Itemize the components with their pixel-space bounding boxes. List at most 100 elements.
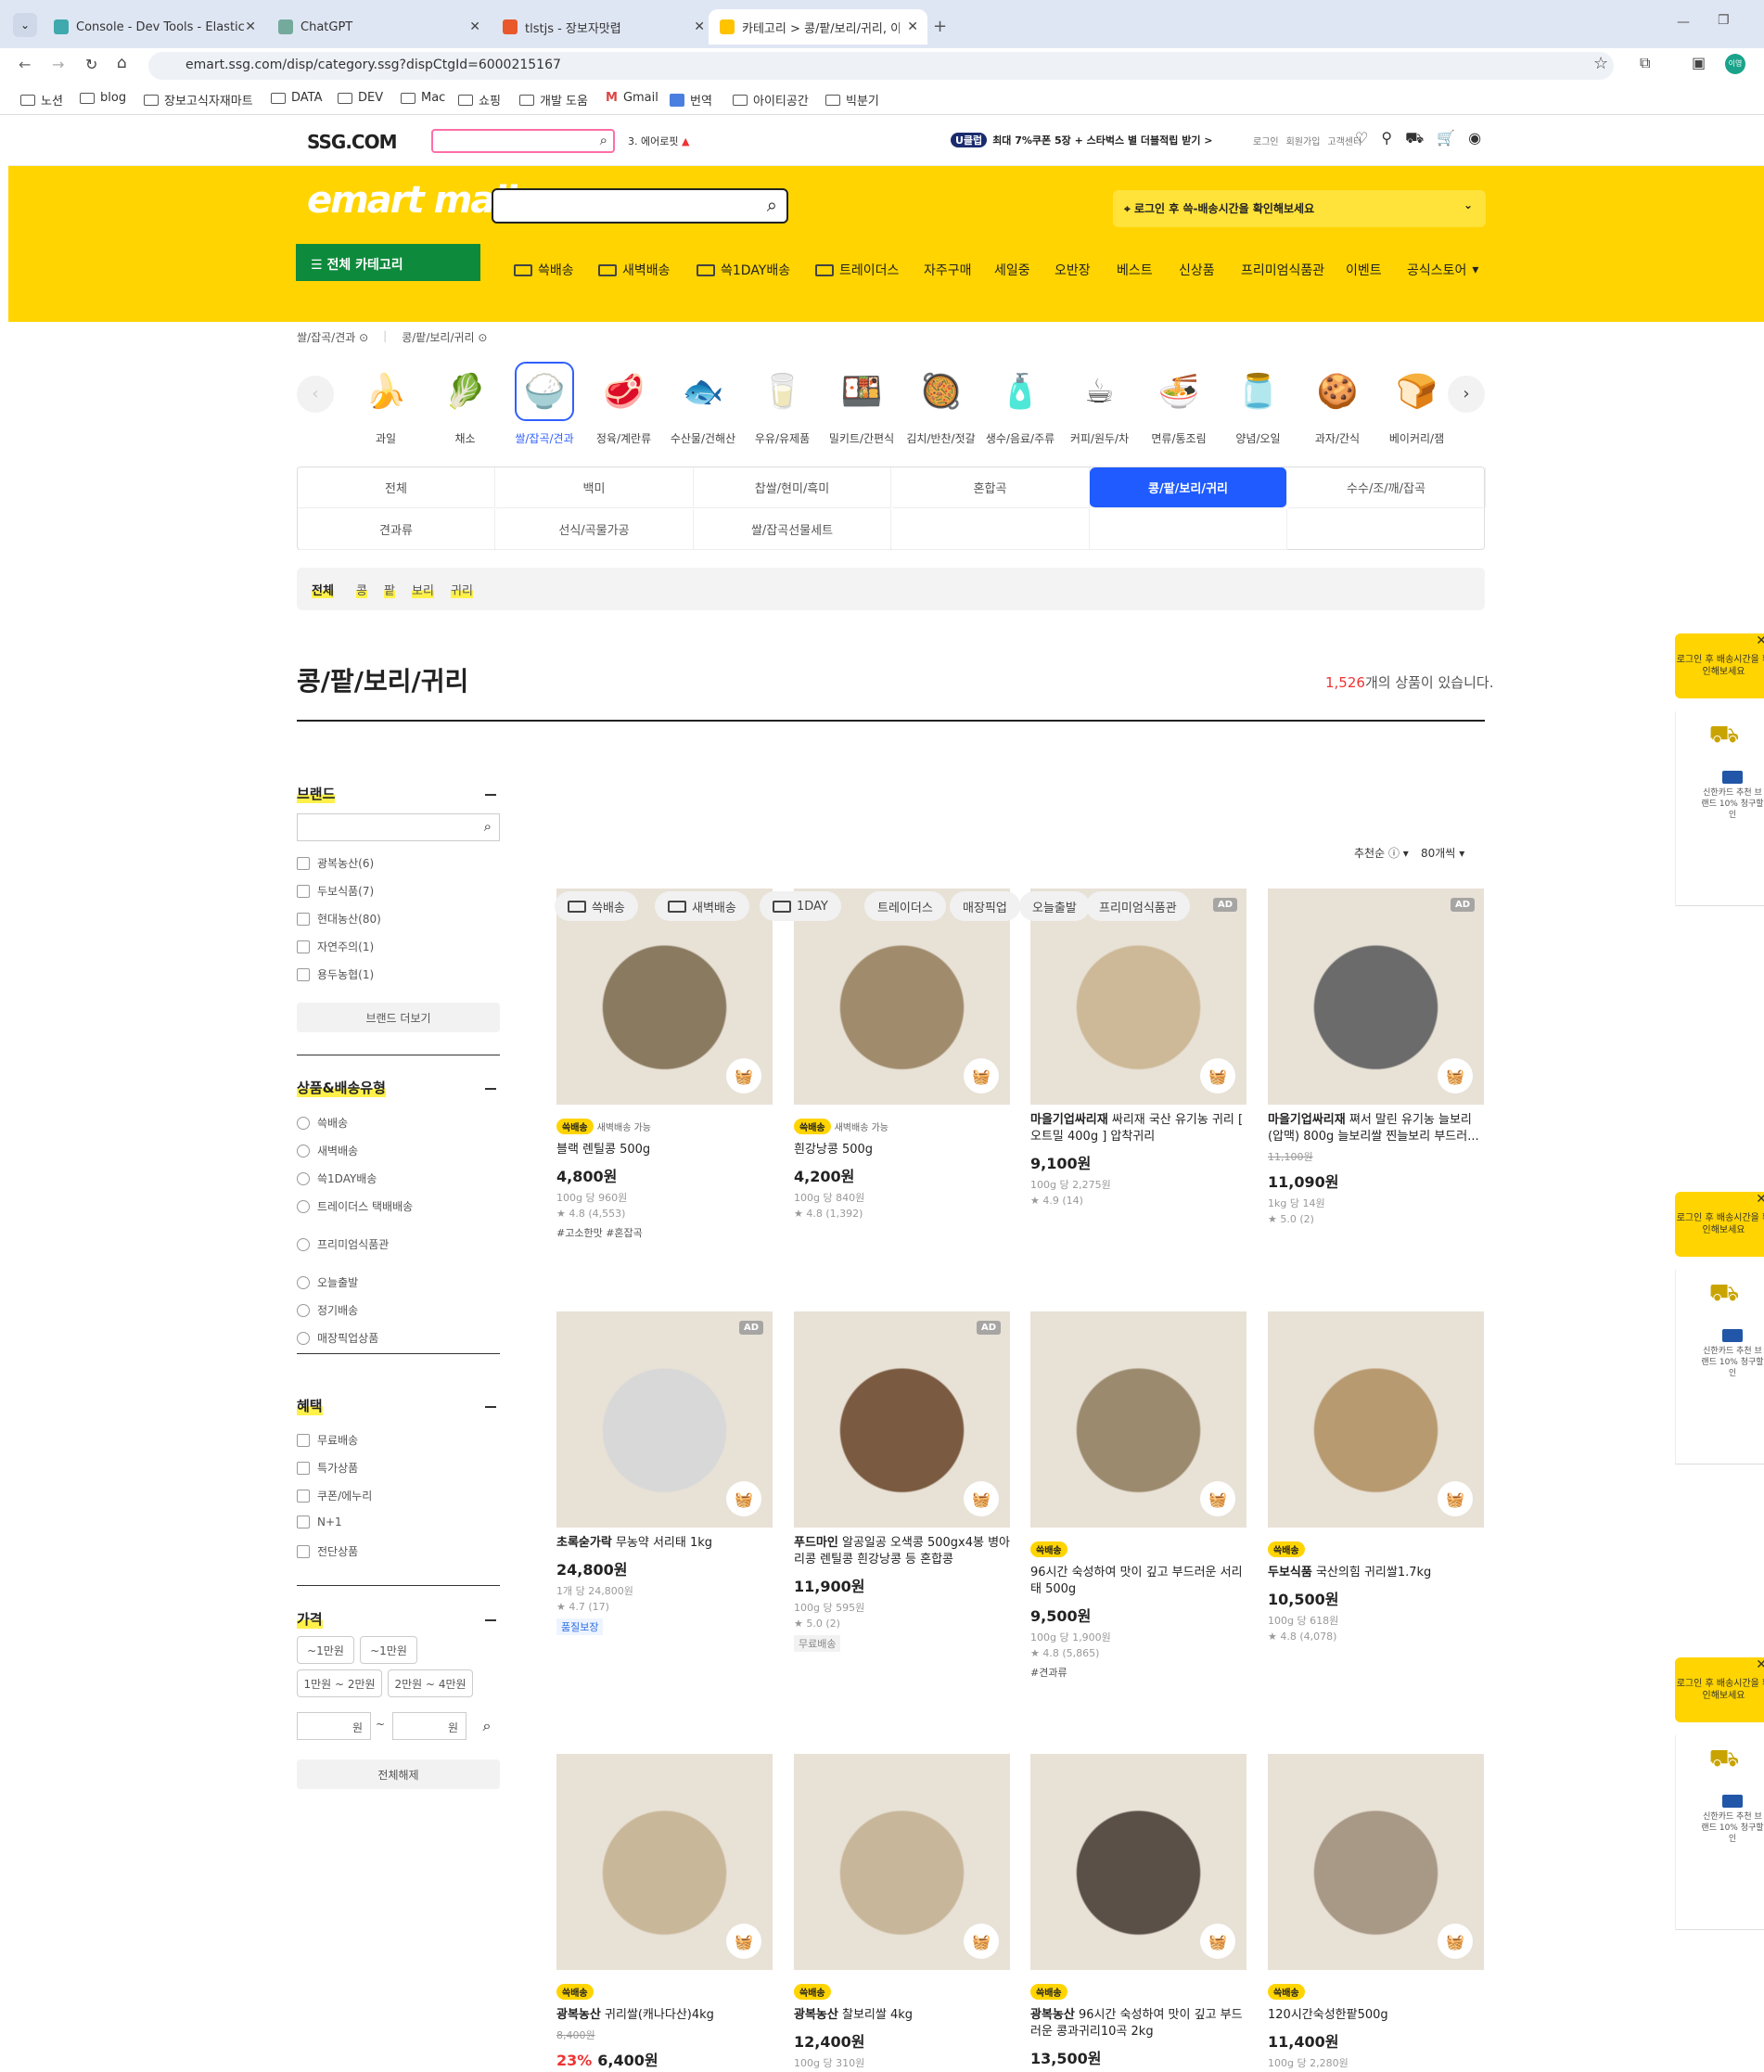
product-card[interactable]: 🧺 쓱배송 새벽배송 가능 블랙 렌틸콩 500g 4,800원 100g 당 960원 ★… — [556, 889, 773, 1240]
product-name[interactable]: 120시간숙성한팥500g — [1268, 2007, 1484, 2024]
product-name[interactable]: 푸드마인 알공일공 오색콩 500gx4봉 병아리콩 렌틸콩 흰강낭콩 등 혼합… — [794, 1535, 1010, 1568]
tab-emart[interactable]: 카테고리 > 콩/팥/보리/귀리, 이 ✕ — [709, 9, 927, 45]
subcategory-item[interactable]: 선식/곡물가공 — [495, 509, 694, 550]
benefit-checkbox[interactable]: 특가상품 — [297, 1460, 358, 1476]
subcategory-item[interactable]: 백미 — [495, 467, 694, 508]
price-min-input[interactable]: 원 — [297, 1712, 371, 1740]
bookmark-item[interactable]: 빅분기 — [825, 91, 879, 109]
delivery-chip[interactable]: 매장픽업 — [950, 891, 1020, 921]
forward-icon[interactable]: → — [52, 56, 64, 73]
add-to-cart-button[interactable]: 🧺 — [964, 1058, 999, 1094]
close-icon[interactable]: ✕ — [1756, 1193, 1764, 1206]
product-image[interactable]: AD 🧺 — [556, 1311, 773, 1528]
join-link[interactable]: 회원가입 — [1286, 134, 1321, 147]
add-to-cart-button[interactable]: 🧺 — [1438, 1058, 1473, 1094]
reset-filters-button[interactable]: 전체해제 — [297, 1759, 500, 1789]
price-range-button[interactable]: 2만원 ~ 4만원 — [388, 1669, 473, 1697]
brand-checkbox[interactable]: 광복농산(6) — [297, 855, 374, 871]
collapse-icon[interactable] — [485, 1088, 496, 1090]
subcategory-item[interactable]: 혼합곡 — [891, 467, 1090, 508]
product-card[interactable]: 🧺 쓱배송 96시간 숙성하여 맛이 깊고 부드러운 서리태 500g 9,500원 1… — [1030, 1311, 1246, 1680]
add-to-cart-button[interactable]: 🧺 — [1438, 1481, 1473, 1516]
add-to-cart-button[interactable]: 🧺 — [1438, 1924, 1473, 1959]
bookmark-item[interactable]: DATA — [271, 91, 323, 105]
truck-icon[interactable]: ⛟ — [1676, 711, 1764, 752]
category-item[interactable]: 🥬 채소 — [428, 362, 503, 446]
card-promo[interactable]: 신한카드 추천 브랜드 10% 청구할인 — [1676, 1311, 1764, 1379]
minimize-icon[interactable]: — — [1677, 15, 1690, 30]
product-name[interactable]: 블랙 렌틸콩 500g — [556, 1142, 773, 1158]
breadcrumb-item[interactable]: 콩/팥/보리/귀리 ⊙ — [402, 329, 487, 345]
cart-icon[interactable]: 🛒 — [1437, 129, 1455, 148]
close-icon[interactable]: ✕ — [907, 19, 918, 34]
bookmark-item[interactable]: 노션 — [20, 91, 63, 109]
add-to-cart-button[interactable]: 🧺 — [726, 1481, 761, 1516]
product-name[interactable]: 두보식품 국산의힘 귀리쌀1.7kg — [1268, 1565, 1484, 1581]
delivery-radio[interactable]: 프리미엄식품관 — [297, 1236, 389, 1252]
delivery-radio[interactable]: 매장픽업상품 — [297, 1330, 378, 1346]
product-name[interactable]: 마을기업싸리재 싸리재 국산 유기농 귀리 [ 오트밀 400g ] 압착귀리 — [1030, 1112, 1246, 1145]
breadcrumb-item[interactable]: 쌀/잡곡/견과 ⊙ — [297, 329, 368, 345]
login-link[interactable]: 로그인 — [1253, 134, 1279, 147]
extensions-icon[interactable]: ⧉ — [1640, 54, 1650, 72]
add-to-cart-button[interactable]: 🧺 — [1200, 1481, 1235, 1516]
category-item[interactable]: 🥩 정육/계란류 — [587, 362, 661, 446]
category-item[interactable]: 🍞 베이커리/잼 — [1380, 362, 1454, 446]
close-icon[interactable]: ✕ — [245, 19, 256, 34]
product-name[interactable]: 초록숟가락 무농약 서리태 1kg — [556, 1535, 773, 1552]
category-item[interactable]: ☕ 커피/원두/차 — [1063, 362, 1137, 446]
delivery-chip[interactable]: 새벽배송 — [655, 891, 749, 921]
truck-icon[interactable]: ⛟ — [1676, 1735, 1764, 1776]
back-icon[interactable]: ← — [19, 56, 31, 73]
product-name[interactable]: 마을기업싸리재 쪄서 말린 유기농 늘보리 (압맥) 800g 늘보리쌀 찐늘보… — [1268, 1112, 1484, 1145]
subcategory-item[interactable]: 견과류 — [298, 509, 495, 550]
product-image[interactable]: AD 🧺 — [1268, 889, 1484, 1105]
close-icon[interactable]: ✕ — [694, 19, 705, 34]
menu-ssg-delivery[interactable]: 쓱배송 — [514, 261, 574, 279]
category-prev-arrow[interactable]: ‹ — [297, 376, 334, 413]
benefit-checkbox[interactable]: 무료배송 — [297, 1432, 358, 1448]
card-promo[interactable]: 신한카드 추천 브랜드 10% 청구할인 — [1676, 1776, 1764, 1845]
eye-icon[interactable]: ◉ — [1468, 129, 1481, 148]
pill-barley[interactable]: 보리 — [412, 581, 434, 598]
delivery-radio[interactable]: 새벽배송 — [297, 1143, 358, 1158]
price-range-button[interactable]: 1만원 ~ 2만원 — [297, 1669, 382, 1697]
bookmark-item[interactable]: 번역 — [670, 91, 712, 109]
product-card[interactable]: AD 🧺 마을기업싸리재 싸리재 국산 유기농 귀리 [ 오트밀 400g ] 압착… — [1030, 889, 1246, 1207]
subcategory-item[interactable]: 콩/팥/보리/귀리 — [1090, 467, 1287, 508]
add-to-cart-button[interactable]: 🧺 — [1200, 1924, 1235, 1959]
heart-icon[interactable]: ♡ — [1355, 129, 1368, 148]
bookmark-item[interactable]: blog — [80, 91, 126, 105]
subcategory-item[interactable] — [1090, 509, 1287, 550]
category-item[interactable]: 🥛 우유/유제품 — [746, 362, 820, 446]
product-card[interactable]: 🧺 쓱배송 광복농산 96시간 숙성하여 맛이 깊고 부드러운 콩과귀리10곡 2k… — [1030, 1754, 1246, 2068]
search-icon[interactable]: ⌕ — [484, 818, 492, 835]
card-promo[interactable]: 신한카드 추천 브랜드 10% 청구할인 — [1676, 752, 1764, 821]
subcategory-item[interactable]: 수수/조/깨/잡곡 — [1287, 467, 1486, 508]
category-item[interactable]: 🍜 면류/통조림 — [1142, 362, 1216, 446]
menu-sale[interactable]: 세일중 — [994, 261, 1030, 279]
menu-event[interactable]: 이벤트 — [1346, 261, 1382, 279]
category-item[interactable]: 🥘 김치/반찬/젓갈 — [904, 362, 978, 446]
pill-bean[interactable]: 콩 — [356, 581, 367, 598]
price-range-button[interactable]: ~1만원 — [360, 1636, 417, 1664]
category-item[interactable]: 🍚 쌀/잡곡/견과 — [507, 362, 582, 446]
category-item[interactable]: 🍌 과일 — [349, 362, 423, 446]
brand-checkbox[interactable]: 자연주의(1) — [297, 939, 374, 954]
restore-icon[interactable]: ❐ — [1718, 13, 1730, 28]
per-page-dropdown[interactable]: 80개씩 ▾ — [1421, 845, 1464, 861]
delivery-radio[interactable]: 쓱배송 — [297, 1115, 348, 1131]
brand-checkbox[interactable]: 현대농산(80) — [297, 911, 381, 927]
truck-icon[interactable]: ⛟ — [1676, 1270, 1764, 1311]
product-name[interactable]: 광복농산 찰보리쌀 4kg — [794, 2007, 1010, 2024]
subcategory-item[interactable]: 쌀/잡곡선물세트 — [694, 509, 891, 550]
category-item[interactable]: 🍱 밀키트/간편식 — [824, 362, 899, 446]
benefit-checkbox[interactable]: N+1 — [297, 1516, 342, 1528]
product-name[interactable]: 96시간 숙성하여 맛이 깊고 부드러운 서리태 500g — [1030, 1565, 1246, 1598]
price-max-input[interactable]: 원 — [392, 1712, 467, 1740]
bookmark-item[interactable]: 개발 도움 — [519, 91, 588, 109]
close-icon[interactable]: ✕ — [469, 19, 480, 34]
product-card[interactable]: 🧺 쓱배송 광복농산 찰보리쌀 4kg 12,400원 100g 당 310원 — [794, 1754, 1010, 2070]
ssg-search-input[interactable]: ⌕ — [431, 129, 615, 153]
url-field[interactable]: emart.ssg.com/disp/category.ssg?dispCtgI… — [148, 52, 1614, 80]
